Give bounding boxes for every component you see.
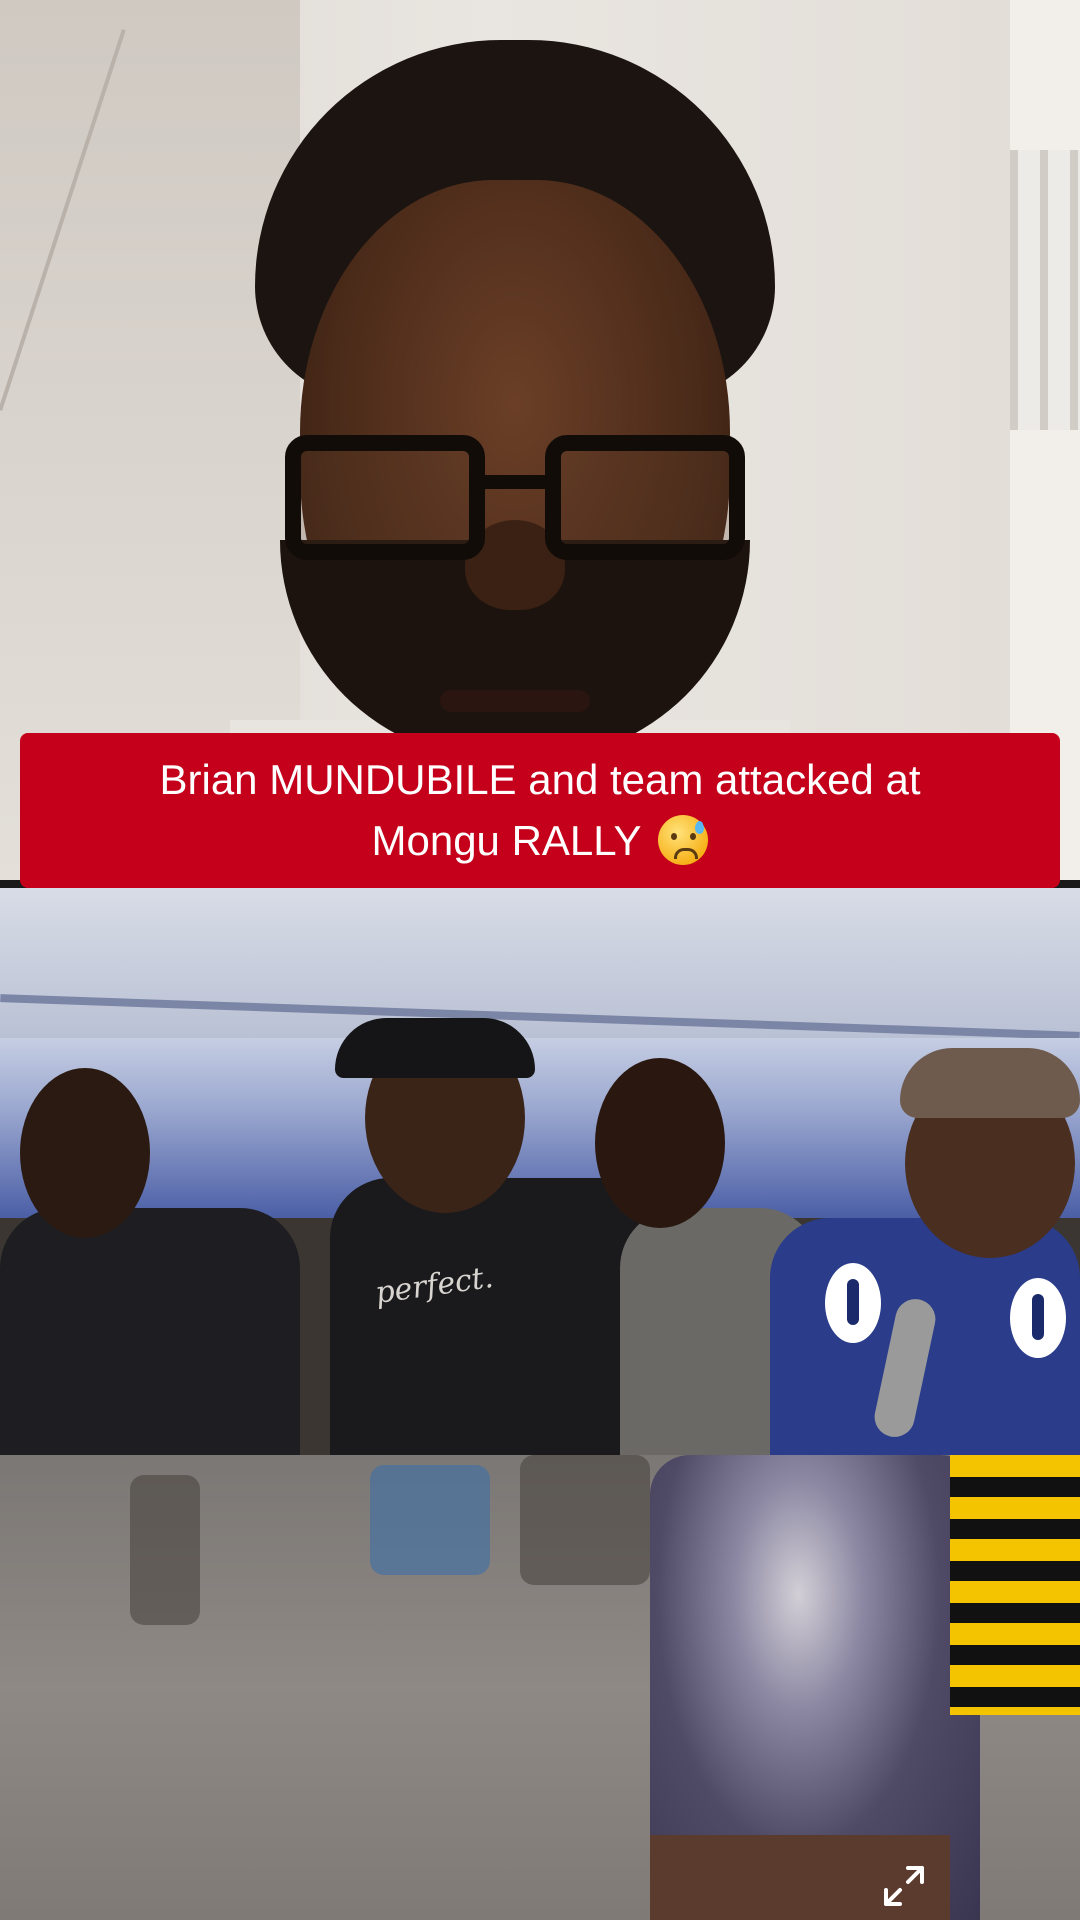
caption-line-1: Brian MUNDUBILE and team attacked at — [159, 755, 921, 803]
crowd-person-head — [595, 1058, 725, 1228]
party-logo-icon — [825, 1263, 881, 1343]
caption-line-2: Mongu RALLY — [371, 816, 641, 864]
cap-icon — [335, 1018, 535, 1078]
rally-video-frame: perfect. — [0, 888, 1080, 1455]
party-logo-icon — [1010, 1278, 1066, 1358]
crowd-person — [0, 1208, 300, 1455]
fullscreen-button[interactable] — [878, 1860, 930, 1912]
street-video-frame — [0, 1455, 1080, 1920]
caption-text: Brian MUNDUBILE and team attacked at Mon… — [159, 750, 921, 872]
crowd-person-head — [20, 1068, 150, 1238]
flat-cap-icon — [900, 1048, 1080, 1118]
blurred-person — [130, 1475, 200, 1625]
presenter-face — [255, 40, 775, 760]
blurred-person — [520, 1455, 650, 1585]
caption-banner: Brian MUNDUBILE and team attacked at Mon… — [20, 733, 1060, 888]
blurred-person — [370, 1465, 490, 1575]
sad-tear-emoji-icon — [658, 814, 709, 865]
expand-arrows-icon — [884, 1866, 924, 1906]
glasses-icon — [285, 435, 745, 565]
background-sky — [0, 888, 1080, 1048]
striped-shirt — [950, 1455, 1080, 1715]
background-window — [1010, 150, 1080, 430]
